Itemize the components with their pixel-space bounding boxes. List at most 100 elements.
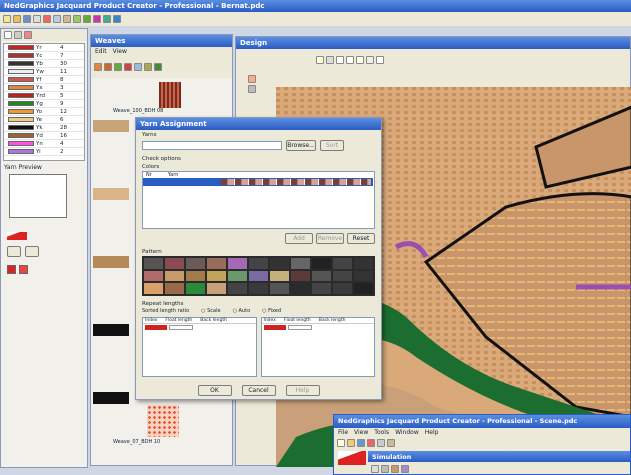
weave-grid-icon[interactable] [114,63,122,71]
menu-edit[interactable]: Edit [95,47,107,56]
list-item[interactable]: Yf 8 [4,76,84,84]
list-item[interactable]: Yg 9 [4,100,84,108]
table-row[interactable] [143,178,373,186]
color-cell[interactable] [186,258,205,269]
color-cell[interactable] [312,270,331,282]
radio-scale[interactable]: ○ Scale [201,308,220,314]
red-swatch[interactable] [7,265,16,274]
color-cell[interactable] [354,270,373,282]
copy-icon[interactable] [53,15,61,23]
browse-button[interactable]: Browse... [286,140,316,151]
weave-row-thumb[interactable] [93,324,129,336]
new-icon[interactable] [3,15,11,23]
design-zoom-icon[interactable] [376,56,384,64]
color-cell[interactable] [144,283,163,294]
menu-view[interactable]: View [113,47,127,56]
sim-paste-icon[interactable] [387,438,395,447]
color-cell[interactable] [165,270,184,282]
palette-delete-icon[interactable] [24,31,32,39]
redo-icon[interactable] [83,15,91,23]
radio-fixed[interactable]: ○ Fixed [262,308,281,314]
table-row[interactable] [143,324,256,331]
color-cell[interactable] [270,258,289,269]
design-pencil-icon[interactable] [316,56,324,64]
weave-new-icon[interactable] [94,63,102,71]
list-item[interactable]: Yn 4 [4,140,84,148]
color-cell[interactable] [249,283,268,294]
sim-tool-icon[interactable] [381,464,389,473]
weave-copy-icon[interactable] [134,63,142,71]
remove-button[interactable]: Remove [316,233,344,244]
weave-row-thumb[interactable] [93,256,129,268]
side-tool-icon[interactable] [248,85,256,93]
sim-new-icon[interactable] [337,438,345,447]
color-cell[interactable] [144,258,163,269]
grid-icon[interactable] [103,15,111,23]
zoom-icon[interactable] [93,15,101,23]
weave-row-thumb[interactable] [93,392,129,404]
paste-icon[interactable] [63,15,71,23]
weave-thumb-dots[interactable] [147,405,179,437]
weave-row-thumb[interactable] [93,188,129,200]
color-cell[interactable] [207,258,226,269]
palette-btn-a[interactable] [7,246,21,257]
weave-open-icon[interactable] [104,63,112,71]
color-cell[interactable] [291,283,310,294]
color-cell[interactable] [354,258,373,269]
cut-icon[interactable] [43,15,51,23]
list-item[interactable]: Yc 7 [4,52,84,60]
undo-icon[interactable] [73,15,81,23]
color-cell[interactable] [165,258,184,269]
help-button[interactable]: Help [285,385,320,396]
weave-paste-icon[interactable] [144,63,152,71]
red-swatch-2[interactable] [19,265,28,274]
color-cell[interactable] [228,258,247,269]
ok-button[interactable]: OK [197,385,232,396]
color-cell[interactable] [165,283,184,294]
list-item[interactable]: Yw 11 [4,68,84,76]
color-cell[interactable] [291,270,310,282]
sim-tool-icon[interactable] [391,464,399,473]
sim-copy-icon[interactable] [377,438,385,447]
list-item[interactable]: Yb 30 [4,60,84,68]
palette-btn-b[interactable] [25,246,39,257]
save-icon[interactable] [23,15,31,23]
reset-button[interactable]: Reset [347,233,375,244]
color-cell[interactable] [186,283,205,294]
help-icon[interactable] [113,15,121,23]
color-cell[interactable] [249,258,268,269]
design-rect-icon[interactable] [346,56,354,64]
menu-help[interactable]: Help [425,428,439,437]
color-cell[interactable] [207,270,226,282]
design-line-icon[interactable] [336,56,344,64]
palette-add-icon[interactable] [4,31,12,39]
weave-tool-icon[interactable] [154,63,162,71]
sort-button[interactable]: Sort [320,140,344,151]
color-cell[interactable] [270,270,289,282]
side-tool-icon[interactable] [248,75,256,83]
color-cell[interactable] [333,283,352,294]
sim-open-icon[interactable] [347,438,355,447]
open-icon[interactable] [13,15,21,23]
radio-auto[interactable]: ○ Auto [233,308,251,314]
list-item[interactable]: Yd 16 [4,132,84,140]
list-item[interactable]: Yo 12 [4,108,84,116]
color-cell[interactable] [354,283,373,294]
list-item[interactable]: Yx 3 [4,84,84,92]
color-cell[interactable] [144,270,163,282]
menu-window[interactable]: Window [395,428,419,437]
cancel-button[interactable]: Cancel [241,385,276,396]
table-row[interactable] [262,324,375,331]
menu-file[interactable]: File [338,428,348,437]
sim-save-icon[interactable] [357,438,365,447]
color-cell[interactable] [333,270,352,282]
list-item[interactable]: Yk 28 [4,124,84,132]
list-item[interactable]: Yi 2 [4,148,84,156]
color-cell[interactable] [312,283,331,294]
menu-view[interactable]: View [354,428,368,437]
color-cell[interactable] [228,270,247,282]
color-cell[interactable] [228,283,247,294]
list-item[interactable]: Ye 6 [4,116,84,124]
color-cell[interactable] [186,270,205,282]
yarn-path-field[interactable] [142,141,282,150]
